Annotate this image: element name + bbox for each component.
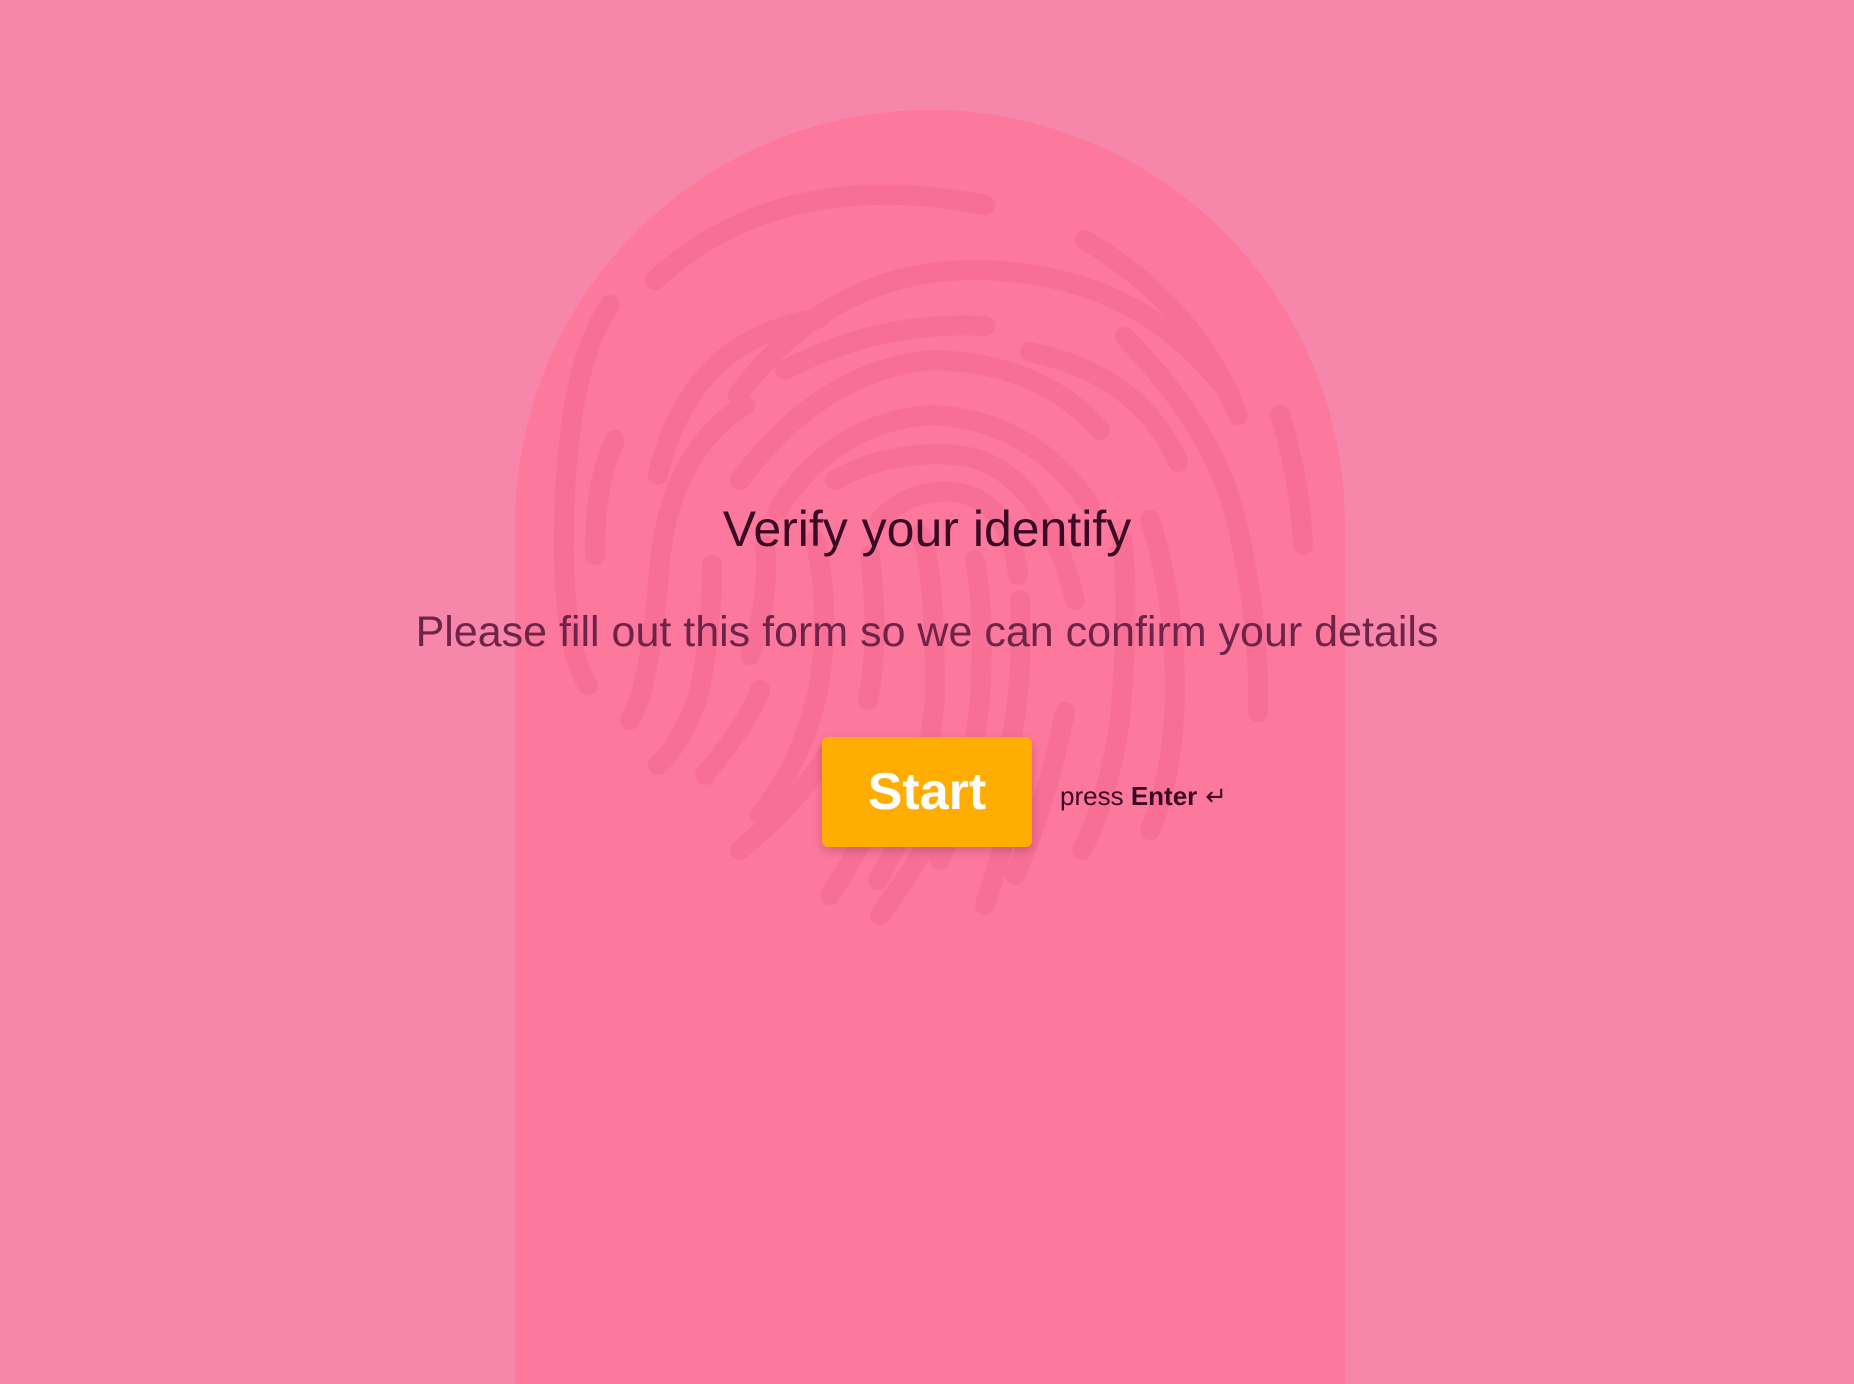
hint-prefix: press (1060, 781, 1131, 811)
hint-key: Enter (1130, 781, 1198, 811)
page-title: Verify your identify (722, 501, 1132, 557)
enter-key-icon: ↵ (1205, 782, 1228, 812)
start-button[interactable]: Start (822, 737, 1032, 847)
page-subtitle: Please fill out this form so we can conf… (415, 608, 1439, 656)
fingerprint-icon (553, 184, 1313, 925)
keyboard-hint: press Enter ↵ (1060, 781, 1227, 812)
